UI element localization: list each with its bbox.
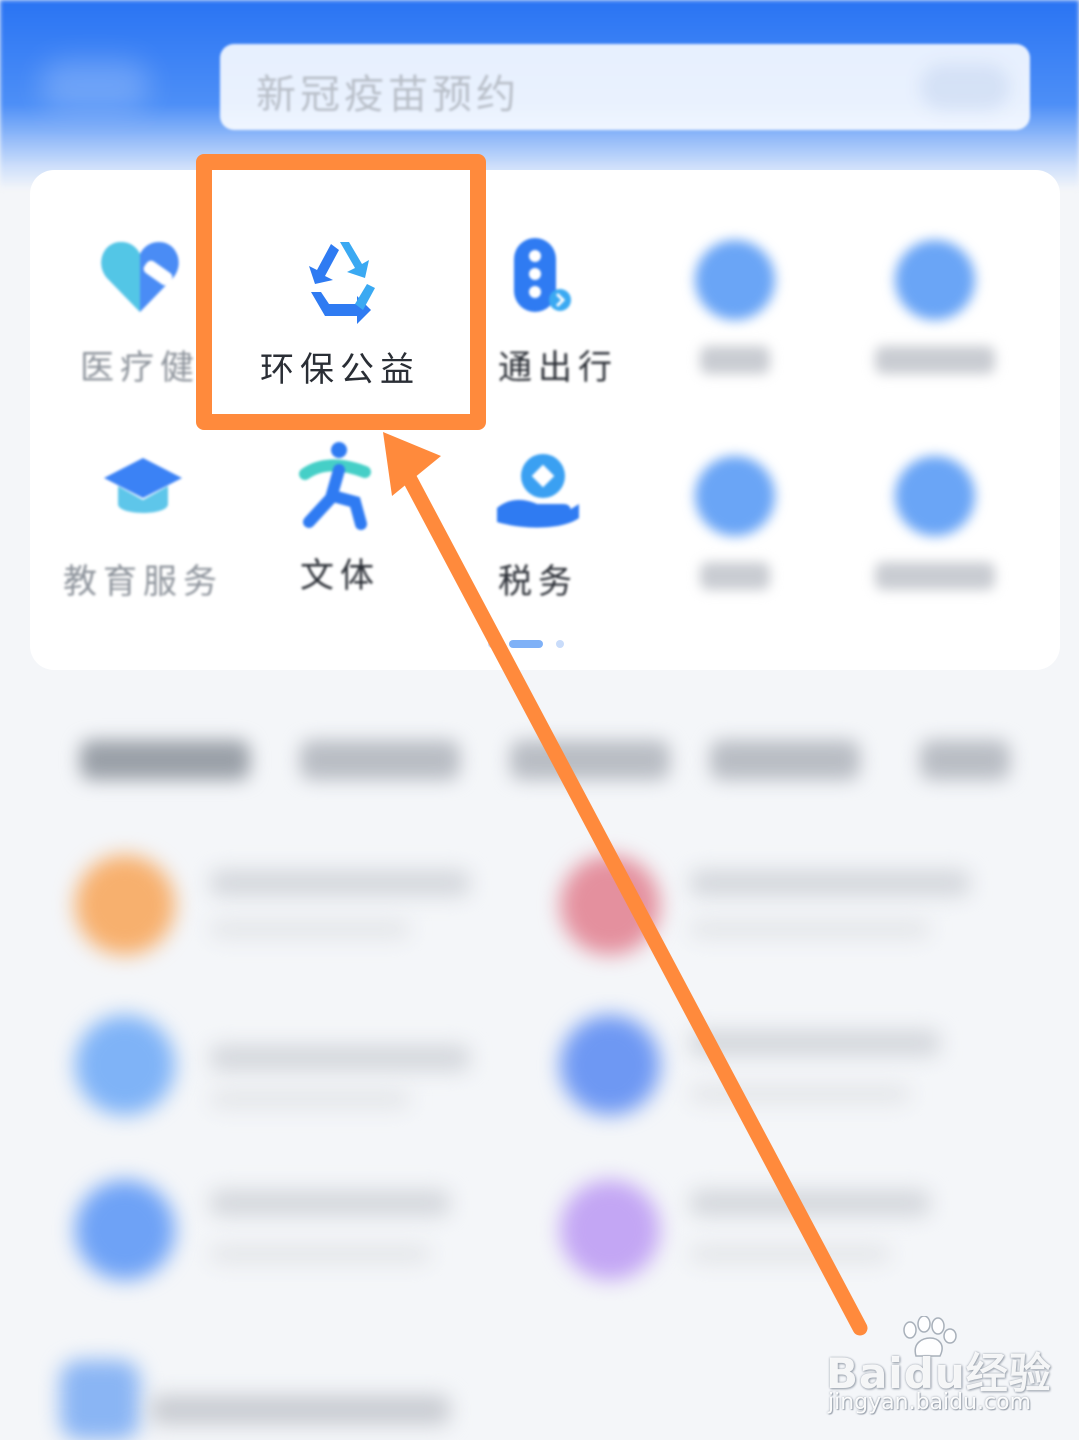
baidu-watermark: Baidu经验 jingyan.baidu.com	[826, 1312, 1051, 1422]
watermark-url: jingyan.baidu.com	[828, 1390, 1032, 1415]
annotation-arrow	[383, 432, 868, 1336]
